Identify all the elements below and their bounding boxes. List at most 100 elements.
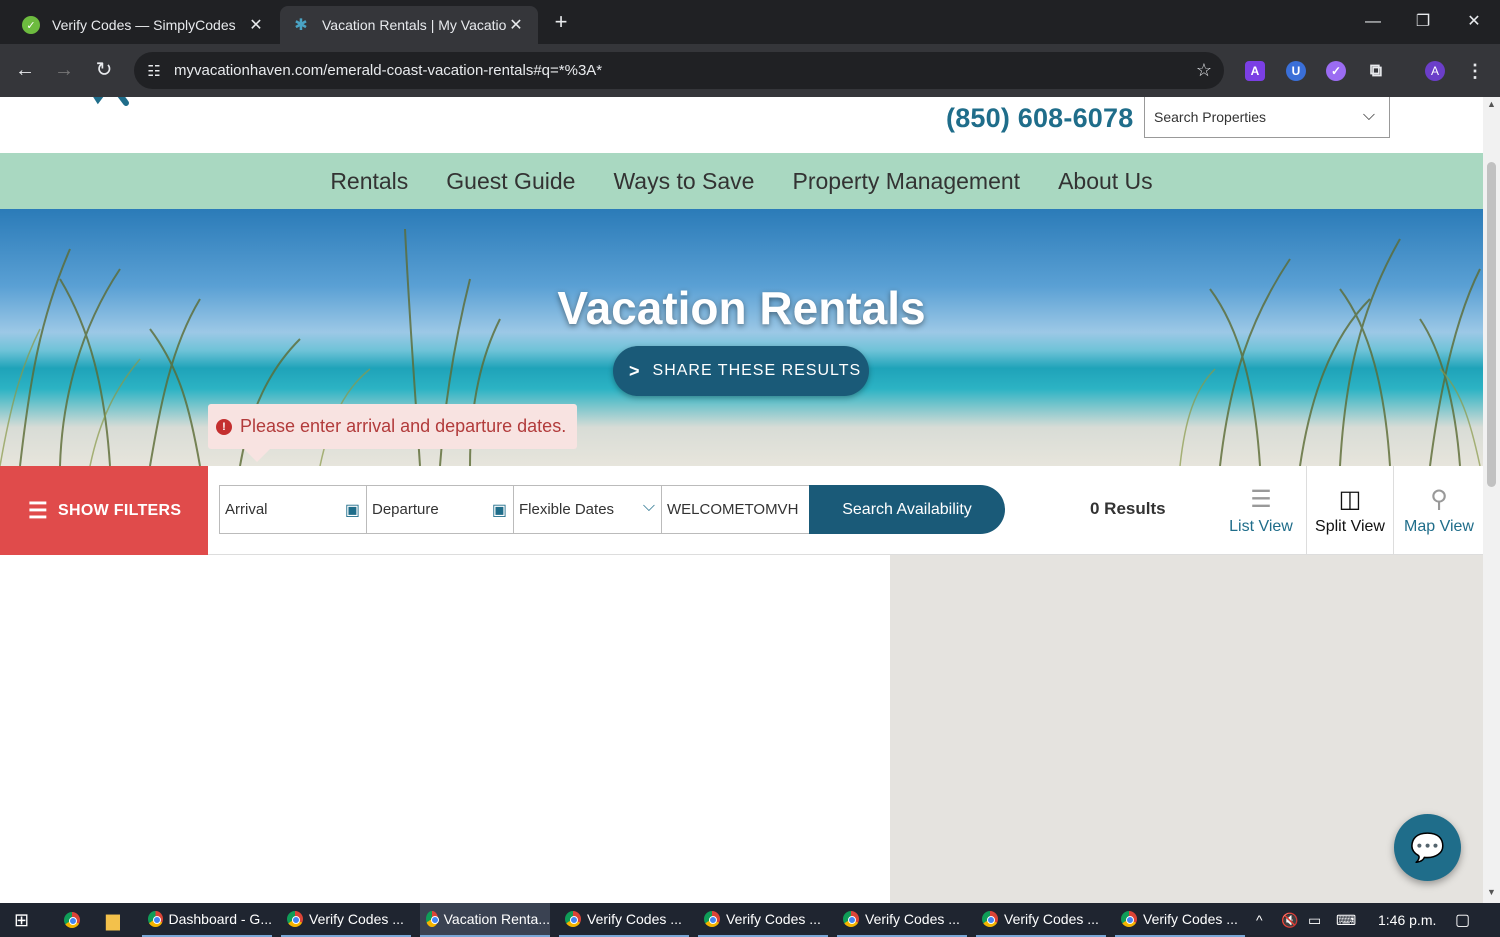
- list-view-button[interactable]: ☰ List View: [1217, 466, 1305, 555]
- taskbar-item[interactable]: Dashboard - G...: [142, 903, 272, 937]
- departure-field[interactable]: Departure ▣: [366, 485, 514, 534]
- bookmark-star-icon[interactable]: ☆: [1184, 60, 1224, 81]
- reload-icon[interactable]: ↻: [90, 56, 118, 84]
- url-text[interactable]: myvacationhaven.com/emerald-coast-vacati…: [174, 62, 1184, 79]
- sliders-icon: ☰: [28, 497, 49, 523]
- volume-muted-icon[interactable]: 🔇: [1281, 903, 1298, 937]
- error-icon: !: [216, 418, 232, 435]
- search-properties-label: Search Properties: [1154, 109, 1267, 125]
- share-results-button[interactable]: > SHARE THESE RESULTS: [613, 346, 869, 396]
- search-availability-button[interactable]: Search Availability: [809, 485, 1005, 534]
- chrome-icon: [982, 911, 998, 927]
- tab-title: Vacation Rentals | My Vacation Haven: [322, 17, 506, 33]
- starfish-favicon-icon: ✱: [294, 17, 308, 34]
- chevron-down-icon: ⌵: [642, 498, 655, 515]
- close-tab-icon[interactable]: ✕: [246, 15, 266, 35]
- nav-item-guest-guide[interactable]: Guest Guide: [446, 168, 575, 195]
- calendar-icon: ▣: [491, 502, 507, 519]
- split-view-label: Split View: [1315, 518, 1385, 535]
- keyboard-icon[interactable]: ⌨: [1336, 903, 1356, 937]
- browser-menu-icon[interactable]: ⋮: [1465, 61, 1485, 81]
- taskbar-item-label: Verify Codes ...: [1004, 911, 1099, 927]
- site-info-icon[interactable]: ☷: [134, 62, 174, 80]
- chrome-icon: [704, 911, 720, 927]
- address-bar[interactable]: ☷ myvacationhaven.com/emerald-coast-vaca…: [134, 52, 1224, 89]
- pin-icon: ⚲: [1430, 486, 1448, 513]
- arrival-field[interactable]: Arrival ▣: [219, 485, 367, 534]
- shield-extension-icon[interactable]: U: [1286, 61, 1306, 81]
- taskbar-item-label: Verify Codes ...: [865, 911, 960, 927]
- results-count: 0 Results: [1090, 499, 1166, 518]
- taskbar-item-label: Verify Codes ...: [726, 911, 821, 927]
- flexible-dates-select[interactable]: Flexible Dates ⌵: [513, 485, 662, 534]
- phone-number[interactable]: (850) 608-6078: [946, 103, 1133, 134]
- extensions-puzzle-icon[interactable]: ⧉: [1366, 61, 1386, 81]
- nav-item-ways-to-save[interactable]: Ways to Save: [613, 168, 754, 195]
- share-arrow-icon: >: [629, 360, 641, 381]
- browser-toolbar: ← → ↻ ☷ myvacationhaven.com/emerald-coas…: [0, 44, 1500, 97]
- chrome-icon: [287, 911, 303, 927]
- tab-vacation-rentals[interactable]: ✱ Vacation Rentals | My Vacation Haven ✕: [280, 6, 538, 44]
- page-scrollbar[interactable]: ▲ ▼: [1483, 97, 1500, 903]
- tray-chevron-up-icon[interactable]: ^: [1256, 903, 1263, 937]
- arrival-placeholder: Arrival: [225, 501, 268, 518]
- hero-title: Vacation Rentals: [557, 282, 926, 334]
- windows-taskbar: ⊞ ▆ Dashboard - G... Verify Codes ... Va…: [0, 903, 1500, 937]
- file-explorer-icon[interactable]: ▆: [100, 903, 120, 937]
- nav-item-property-management[interactable]: Property Management: [792, 168, 1020, 195]
- scroll-up-icon[interactable]: ▲: [1487, 99, 1496, 109]
- chrome-icon: [426, 911, 439, 927]
- taskbar-item-label: Dashboard - G...: [168, 911, 273, 927]
- chrome-taskbar-icon[interactable]: [58, 903, 86, 937]
- calendar-icon: ▣: [344, 502, 360, 519]
- taskbar-item[interactable]: Verify Codes ...: [559, 903, 689, 937]
- split-view-button[interactable]: ◫ Split View: [1306, 466, 1394, 555]
- tooltip-arrow: [244, 449, 270, 462]
- tab-verify-codes[interactable]: ✓ Verify Codes — SimplyCodes ✕: [10, 6, 278, 44]
- browser-tab-bar: ✓ Verify Codes — SimplyCodes ✕ ✱ Vacatio…: [0, 0, 1500, 44]
- taskbar-item[interactable]: Verify Codes ...: [281, 903, 411, 937]
- chrome-icon: [148, 911, 163, 927]
- forward-icon[interactable]: →: [50, 56, 78, 84]
- nav-item-rentals[interactable]: Rentals: [330, 168, 408, 195]
- taskbar-item[interactable]: Verify Codes ...: [698, 903, 828, 937]
- share-results-label: SHARE THESE RESULTS: [652, 362, 862, 379]
- simplycodes-favicon-icon: ✓: [22, 16, 40, 34]
- site-logo-icon[interactable]: [80, 97, 160, 122]
- notifications-icon[interactable]: ▢: [1455, 903, 1470, 937]
- scroll-down-icon[interactable]: ▼: [1487, 887, 1496, 897]
- start-grid-icon[interactable]: ⊞: [8, 903, 29, 937]
- taskbar-item-active[interactable]: Vacation Renta...: [420, 903, 550, 937]
- promo-code-input[interactable]: WELCOMETOMVH: [661, 485, 810, 534]
- show-filters-label: SHOW FILTERS: [58, 501, 182, 519]
- close-tab-icon[interactable]: ✕: [506, 15, 526, 35]
- network-icon[interactable]: ▭: [1308, 903, 1321, 937]
- simplycodes-extension-icon[interactable]: ✓: [1326, 61, 1346, 81]
- back-icon[interactable]: ←: [11, 56, 39, 84]
- taskbar-item[interactable]: Verify Codes ...: [1115, 903, 1245, 937]
- map-view-label: Map View: [1404, 518, 1474, 535]
- close-window-icon[interactable]: ✕: [1459, 8, 1489, 36]
- clock-time[interactable]: 1:46 p.m.: [1378, 903, 1436, 937]
- taskbar-item[interactable]: Verify Codes ...: [976, 903, 1106, 937]
- chat-icon[interactable]: 💬: [1394, 814, 1461, 881]
- search-bar: ☰ SHOW FILTERS Arrival ▣ Departure ▣ Fle…: [0, 466, 1483, 555]
- nav-item-about-us[interactable]: About Us: [1058, 168, 1153, 195]
- search-properties-select[interactable]: Search Properties ⌵: [1144, 97, 1390, 138]
- restore-icon[interactable]: ❐: [1408, 8, 1438, 36]
- profile-avatar[interactable]: A: [1425, 61, 1445, 81]
- flexible-dates-value: Flexible Dates: [519, 501, 615, 518]
- minimize-icon[interactable]: —: [1358, 8, 1388, 36]
- date-error-tooltip: ! Please enter arrival and departure dat…: [208, 404, 577, 449]
- chevron-down-icon: ⌵: [1362, 107, 1375, 124]
- split-icon: ◫: [1338, 486, 1362, 513]
- map-view-button[interactable]: ⚲ Map View: [1395, 466, 1483, 555]
- extension-a-icon[interactable]: A: [1245, 61, 1265, 81]
- taskbar-item[interactable]: Verify Codes ...: [837, 903, 967, 937]
- promo-code-value: WELCOMETOMVH: [667, 501, 799, 518]
- new-tab-icon[interactable]: +: [548, 10, 574, 36]
- list-icon: ☰: [1250, 486, 1272, 513]
- scroll-thumb[interactable]: [1487, 162, 1496, 487]
- show-filters-button[interactable]: ☰ SHOW FILTERS: [0, 466, 208, 555]
- departure-placeholder: Departure: [372, 501, 439, 518]
